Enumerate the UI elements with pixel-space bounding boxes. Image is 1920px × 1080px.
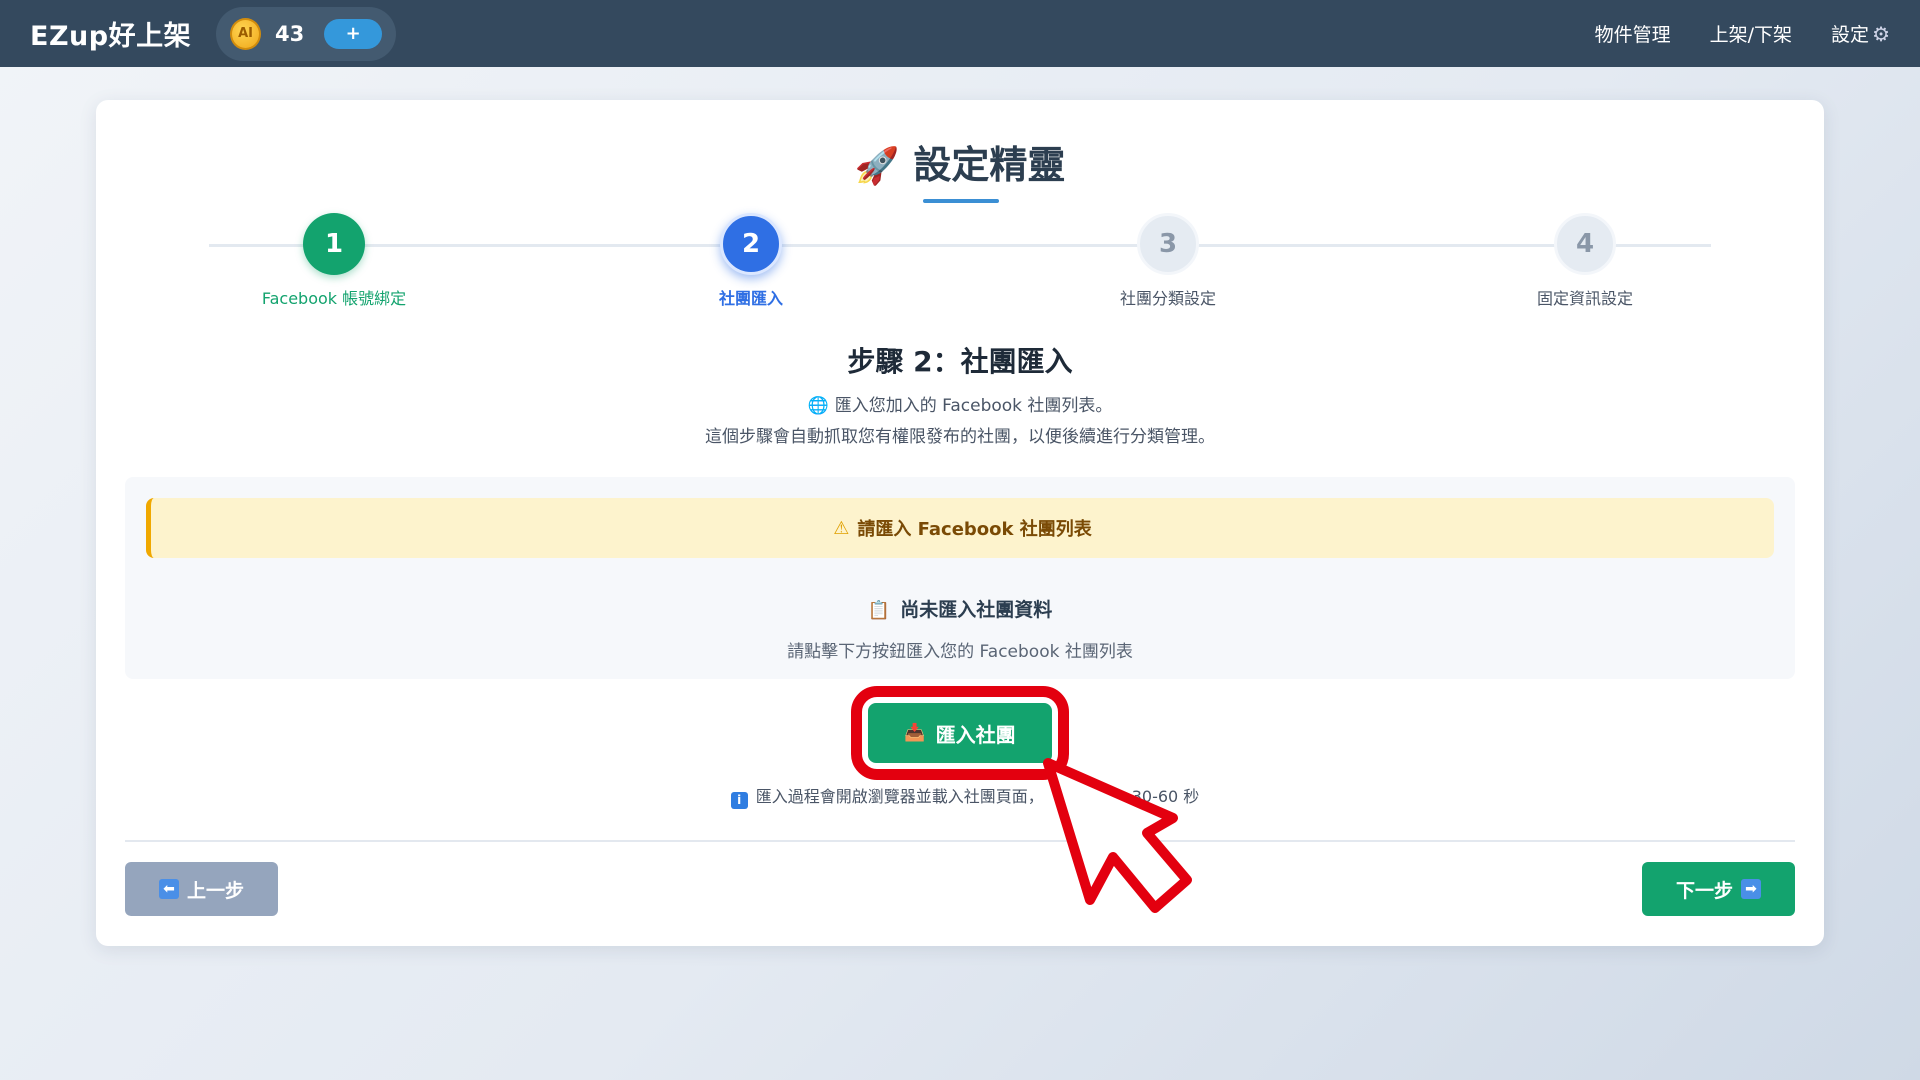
ai-credits-widget: AI 43 + [216, 6, 397, 61]
step-number: 4 [1554, 213, 1616, 275]
note-text-part-1: 匯入過程會開啟瀏覽器並載入社團頁面， [755, 787, 1044, 806]
setup-wizard-card: 🚀 設定精靈 1 Facebook 帳號綁定 2 社團匯入 3 社團分類設定 4 … [96, 100, 1824, 946]
nav-item-listings[interactable]: 物件管理 [1595, 20, 1671, 47]
add-credits-button[interactable]: + [324, 18, 383, 49]
step-1-facebook-binding[interactable]: 1 Facebook 帳號綁定 [204, 213, 464, 309]
import-button-highlight: 📥 匯入社團 [851, 686, 1069, 780]
groups-panel: ⚠ 請匯入 Facebook 社團列表 📋 尚未匯入社團資料 請點擊下方按鈕匯入您的… [125, 477, 1795, 679]
empty-title-text: 尚未匯入社團資料 [900, 599, 1053, 621]
arrow-left-icon: ⬅ [158, 879, 179, 899]
step-number: 2 [720, 213, 782, 275]
footer-divider [125, 840, 1795, 842]
step-4-fixed-info[interactable]: 4 固定資訊設定 [1455, 213, 1715, 309]
info-icon: i [730, 792, 748, 809]
nav-item-label: 設定 [1831, 24, 1870, 46]
wizard-title-text: 設定精靈 [913, 143, 1066, 187]
credit-count: 43 [275, 21, 305, 46]
gear-icon: ⚙ [1872, 21, 1890, 46]
step-heading: 步驟 2：社團匯入 [847, 345, 1073, 378]
main-nav: 物件管理 上架/下架 設定 ⚙ [1556, 20, 1890, 47]
warning-text: 請匯入 Facebook 社團列表 [857, 519, 1092, 540]
inbox-tray-icon: 📥 [904, 723, 926, 743]
step-number: 3 [1137, 213, 1199, 275]
rocket-icon: 🚀 [854, 146, 900, 187]
wizard-title: 🚀 設定精靈 [96, 134, 1824, 189]
ai-coin-icon: AI [230, 17, 262, 50]
description-line-2: 這個步驟會自動抓取您有權限發布的社團，以便後續進行分類管理。 [705, 427, 1215, 447]
warning-alert: ⚠ 請匯入 Facebook 社團列表 [146, 498, 1774, 558]
step-label: 社團匯入 [718, 289, 783, 308]
step-label: 社團分類設定 [1119, 289, 1216, 308]
step-2-group-import[interactable]: 2 社團匯入 [621, 213, 881, 309]
step-3-group-categories[interactable]: 3 社團分類設定 [1038, 213, 1298, 309]
import-info-note: i 匯入過程會開啟瀏覽器並載入社團頁面， 30-60 秒 [96, 783, 1824, 809]
empty-state-title: 📋 尚未匯入社團資料 [125, 595, 1795, 622]
warning-icon: ⚠ [833, 517, 850, 539]
nav-item-publish[interactable]: 上架/下架 [1710, 20, 1792, 47]
nav-item-label: 物件管理 [1594, 24, 1671, 46]
previous-step-button[interactable]: ⬅ 上一步 [125, 862, 278, 916]
title-underline [923, 199, 999, 203]
next-step-button[interactable]: 下一步 ➡ [1642, 862, 1795, 916]
note-text-part-2: 30-60 秒 [1131, 787, 1200, 806]
nav-item-label: 上架/下架 [1709, 24, 1793, 46]
globe-icon: 🌐 [807, 396, 829, 416]
arrow-right-icon: ➡ [1741, 879, 1761, 899]
description-line-1: 匯入您加入的 Facebook 社團列表。 [834, 396, 1113, 416]
app-logo[interactable]: EZup好上架 [30, 14, 191, 53]
prev-label: 上一步 [186, 879, 244, 902]
import-groups-button[interactable]: 📥 匯入社團 [868, 703, 1052, 763]
import-button-label: 匯入社團 [935, 722, 1016, 747]
step-description: 🌐 匯入您加入的 Facebook 社團列表。 [96, 391, 1824, 416]
nav-item-settings[interactable]: 設定 ⚙ [1831, 20, 1890, 47]
step-label: Facebook 帳號綁定 [261, 289, 407, 308]
step-number: 1 [303, 213, 365, 275]
top-bar: EZup好上架 AI 43 + 物件管理 上架/下架 設定 ⚙ [0, 0, 1920, 67]
empty-state-subtitle: 請點擊下方按鈕匯入您的 Facebook 社團列表 [787, 642, 1133, 662]
next-label: 下一步 [1675, 879, 1733, 902]
clipboard-icon: 📋 [867, 600, 891, 621]
step-label: 固定資訊設定 [1536, 289, 1633, 308]
